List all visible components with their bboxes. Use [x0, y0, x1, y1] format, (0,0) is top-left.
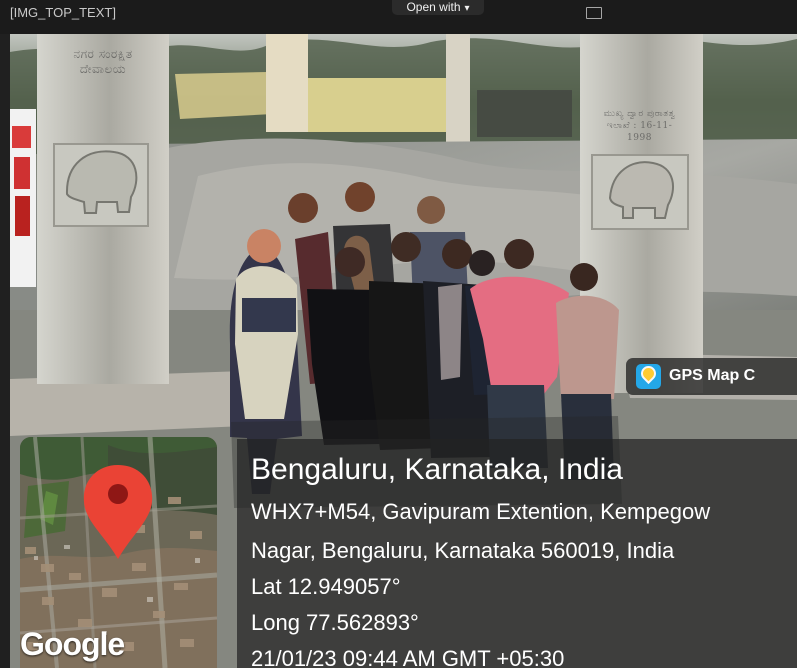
right-pillar-inscription: ಮುಖ್ಯ ದ್ವಾರ ಪುರಾತತ್ವ ಇಲಾಖೆ : 16-11-1998 [603, 109, 676, 143]
gps-map-camera-badge: GPS Map C [626, 358, 797, 395]
timestamp-text: 21/01/23 09:44 AM GMT +05:30 [251, 646, 565, 668]
open-with-label: Open with [406, 0, 461, 14]
latitude-text: Lat 12.949057° [251, 574, 401, 599]
grid-icon[interactable] [586, 7, 602, 19]
gps-badge-label: GPS Map C [669, 367, 756, 384]
gps-map-icon [636, 364, 661, 389]
open-with-button[interactable]: Open with ▾ [392, 0, 484, 15]
photo-viewer-window: [IMG_TOP_TEXT] Open with ▾ ನಗರ ಸಂರಕ್ಷಿತ … [0, 0, 797, 668]
left-pillar-inscription: ನಗರ ಸಂರಕ್ಷಿತ ದೇವಾಲಯ [73, 47, 133, 76]
address-line-2: Nagar, Bengaluru, Karnataka 560019, Indi… [251, 538, 675, 563]
image-viewer-toolbar: [IMG_TOP_TEXT] Open with ▾ [0, 0, 797, 34]
address-line-1: WHX7+M54, Gavipuram Extention, Kempegow [251, 499, 711, 524]
mini-map: Google [20, 437, 217, 668]
location-title: Bengaluru, Karnataka, India [251, 453, 623, 486]
google-map-label: Google [20, 626, 125, 662]
longitude-text: Long 77.562893° [251, 610, 419, 635]
chevron-down-icon: ▾ [464, 3, 470, 14]
location-info-overlay: Bengaluru, Karnataka, India WHX7+M54, Ga… [237, 439, 797, 668]
file-name-text: [IMG_TOP_TEXT] [10, 5, 116, 20]
